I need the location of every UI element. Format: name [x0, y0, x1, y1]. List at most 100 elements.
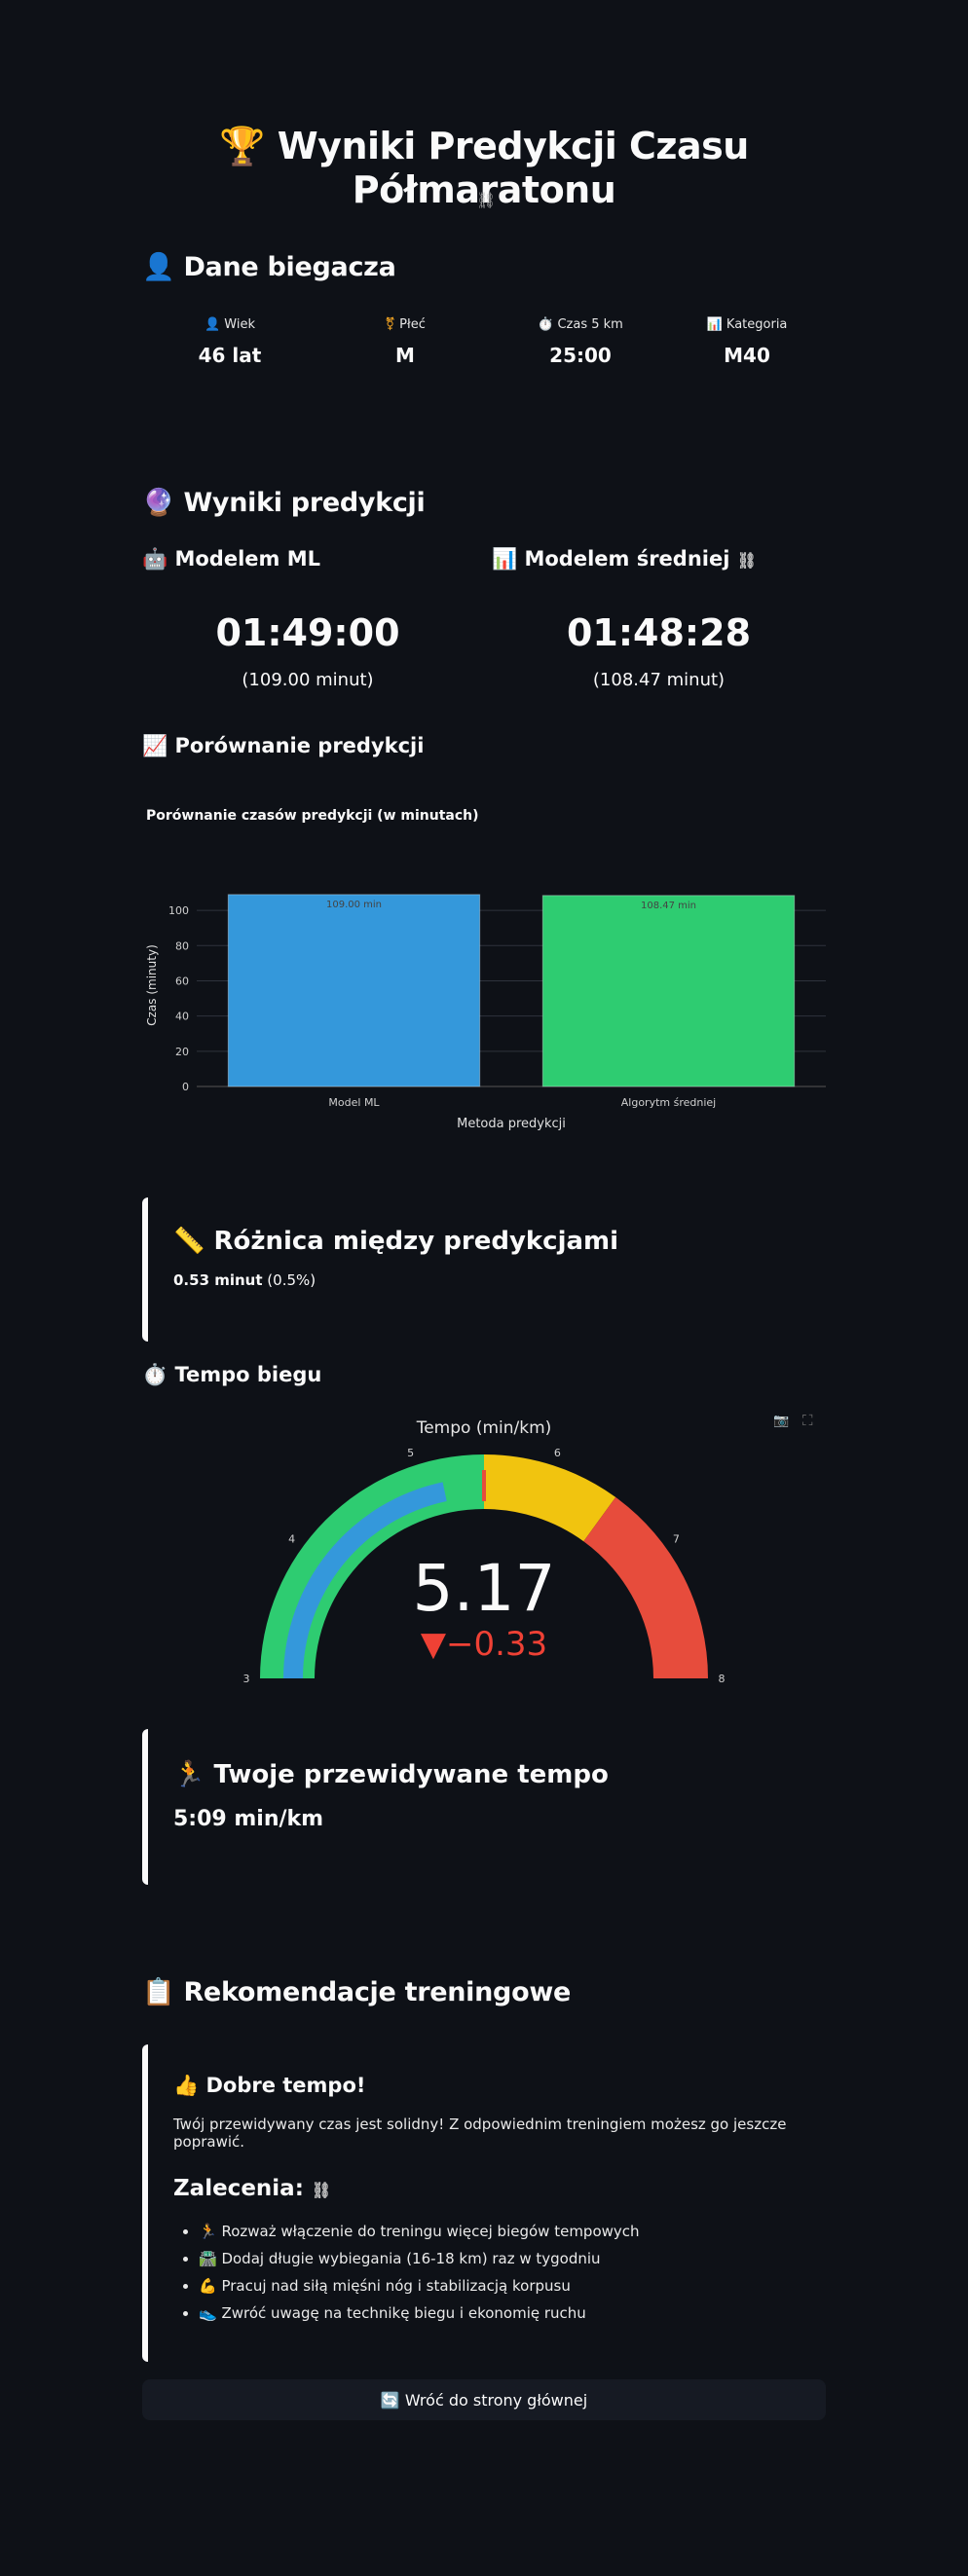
good-pace-title: Dobre tempo!: [205, 2074, 366, 2097]
back-button-label: Wróć do strony głównej: [404, 2390, 588, 2410]
recommendations-list: 🏃 Rozważ włączenie do treningu więcej bi…: [173, 2223, 826, 2322]
difference-callout: 📏 Różnica między predykcjami 0.53 minut …: [142, 1197, 826, 1342]
recommendations-subheading: Zalecenia: ⛓: [173, 2176, 826, 2201]
avg-predicted-time: 01:48:28: [566, 611, 752, 654]
metric-label: 📊 Kategoria: [706, 317, 788, 332]
prediction-heading: 🔮 Wyniki predykcji: [142, 487, 426, 518]
bar-data-label: 108.47 min: [641, 901, 696, 911]
crystal-ball-icon: 🔮: [142, 488, 175, 518]
chart-icon: 📊: [492, 547, 518, 570]
avg-model-title: Modelem średniej: [524, 547, 730, 570]
y-tick-label: 20: [175, 1046, 189, 1058]
pace-gauge: Tempo (min/km) 3 4 5 6 7 8 5.17▼−0.33: [243, 1418, 726, 1685]
metric-value: 25:00: [549, 344, 612, 367]
gauge-tick-label: 3: [243, 1673, 250, 1685]
gauge-tick-label: 4: [288, 1533, 295, 1546]
gauge-step: [583, 1496, 708, 1678]
anchor-link-icon[interactable]: ⛓: [312, 2181, 331, 2199]
metric-label: 👤 Wiek: [204, 317, 256, 332]
your-pace-value: 5:09 min/km: [173, 1807, 324, 1831]
gauge-tick-label: 5: [407, 1447, 414, 1459]
recommendations-heading-text: Rekomendacje treningowe: [183, 1977, 571, 2007]
difference-heading: 📏 Różnica między predykcjami: [173, 1227, 826, 1256]
recommendations-subheading-text: Zalecenia:: [173, 2176, 304, 2201]
y-tick-label: 80: [175, 939, 189, 952]
recommendations-callout: 👍 Dobre tempo! Twój przewidywany czas je…: [142, 2044, 826, 2362]
clipboard-icon: 📋: [142, 1977, 175, 2007]
ml-model-heading: 🤖 Modelem ML: [142, 547, 320, 571]
chart-icon: 📊: [706, 317, 723, 332]
chart-title: Porównanie czasów predykcji (w minutach): [146, 808, 479, 824]
list-item: 👟 Zwróć uwagę na technikę biegu i ekonom…: [199, 2304, 826, 2322]
y-tick-label: 40: [175, 1011, 189, 1023]
metric-age: 👤 Wiek 46 lat: [142, 317, 317, 367]
trend-chart-icon: 📈: [142, 734, 168, 757]
good-pace-heading: 👍 Dobre tempo!: [173, 2074, 826, 2098]
your-pace-callout: 🏃 Twoje przewidywane tempo 5:09 min/km: [142, 1729, 826, 1885]
metric-category: 📊 Kategoria M40: [668, 317, 826, 367]
y-tick-label: 60: [175, 975, 189, 987]
avg-predicted-minutes: (108.47 minut): [592, 670, 726, 690]
difference-percent: (0.5%): [262, 1271, 316, 1289]
back-to-home-button[interactable]: 🔄 Wróć do strony głównej: [142, 2379, 826, 2420]
ml-model-title: Modelem ML: [174, 547, 320, 570]
runner-heading: 👤 Dane biegacza: [142, 251, 396, 282]
pace-heading-text: Tempo biegu: [174, 1363, 322, 1386]
gender-icon: ⚧: [385, 317, 396, 332]
runner-metrics: 👤 Wiek 46 lat ⚧ Płeć M ⏱️ Czas 5 km 25:0…: [142, 317, 826, 367]
y-tick-label: 100: [168, 904, 189, 917]
avg-model-heading: 📊 Modelem średniej ⛓: [492, 547, 757, 571]
refresh-icon: 🔄: [380, 2390, 400, 2410]
metric-value: M: [395, 344, 415, 367]
anchor-link-icon[interactable]: ⛓: [737, 551, 757, 570]
bar-data-label: 109.00 min: [326, 900, 382, 910]
metric-sex: ⚧ Płeć M: [317, 317, 493, 367]
recommendation-text: Twój przewidywany czas jest solidny! Z o…: [173, 2116, 787, 2151]
metric-5km-time: ⏱️ Czas 5 km 25:00: [493, 317, 668, 367]
stopwatch-icon: ⏱️: [142, 1363, 168, 1386]
comparison-heading-text: Porównanie predykcji: [174, 734, 425, 757]
trophy-icon: 🏆: [219, 125, 266, 167]
gauge-delta: ▼−0.33: [421, 1625, 547, 1664]
gauge-tick-label: 8: [719, 1673, 726, 1685]
difference-minutes: 0.53 minut: [173, 1271, 263, 1289]
comparison-bar-chart: Porównanie czasów predykcji (w minutach)…: [145, 808, 826, 1131]
ml-predicted-time: 01:49:00: [215, 611, 400, 654]
x-axis-label: Metoda predykcji: [457, 1117, 566, 1131]
user-icon: 👤: [142, 252, 175, 282]
page-title-text: Wyniki Predykcji Czasu Półmaratonu: [277, 125, 750, 211]
prediction-heading-text: Wyniki predykcji: [183, 488, 426, 518]
bar: [227, 894, 481, 1087]
difference-heading-text: Różnica między predykcjami: [213, 1227, 619, 1256]
y-axis-label: Czas (minuty): [145, 944, 159, 1026]
bar: [541, 895, 796, 1087]
metric-label: ⏱️ Czas 5 km: [538, 317, 623, 332]
metric-value: M40: [724, 344, 770, 367]
x-tick-label: Algorytm średniej: [621, 1096, 716, 1109]
gauge-tick-label: 6: [554, 1447, 561, 1459]
y-tick-label: 0: [182, 1081, 189, 1093]
metric-label: ⚧ Płeć: [385, 317, 426, 332]
metric-value: 46 lat: [198, 344, 262, 367]
list-item: 💪 Pracuj nad siłą mięśni nóg i stabiliza…: [199, 2277, 826, 2295]
thumbs-up-icon: 👍: [173, 2074, 200, 2097]
list-item: 🏃 Rozważ włączenie do treningu więcej bi…: [199, 2223, 826, 2240]
runner-icon: 🏃: [173, 1760, 205, 1789]
difference-value: 0.53 minut (0.5%): [173, 1271, 826, 1289]
ruler-icon: 📏: [173, 1227, 205, 1256]
anchor-link-icon[interactable]: ⛓: [476, 191, 496, 209]
list-item: 🛣️ Dodaj długie wybiegania (16-18 km) ra…: [199, 2250, 826, 2267]
user-icon: 👤: [204, 317, 221, 332]
robot-icon: 🤖: [142, 547, 168, 570]
gauge-title: Tempo (min/km): [416, 1418, 552, 1438]
pace-heading: ⏱️ Tempo biegu: [142, 1363, 321, 1387]
gauge-value: 5.17: [413, 1551, 556, 1626]
runner-heading-text: Dane biegacza: [183, 252, 396, 282]
comparison-heading: 📈 Porównanie predykcji: [142, 734, 424, 758]
your-pace-heading: 🏃 Twoje przewidywane tempo: [173, 1760, 826, 1789]
ml-predicted-minutes: (109.00 minut): [242, 670, 374, 690]
x-tick-label: Model ML: [328, 1096, 380, 1109]
gauge-tick-label: 7: [673, 1533, 680, 1546]
stopwatch-icon: ⏱️: [538, 317, 554, 332]
your-pace-heading-text: Twoje przewidywane tempo: [213, 1760, 609, 1789]
